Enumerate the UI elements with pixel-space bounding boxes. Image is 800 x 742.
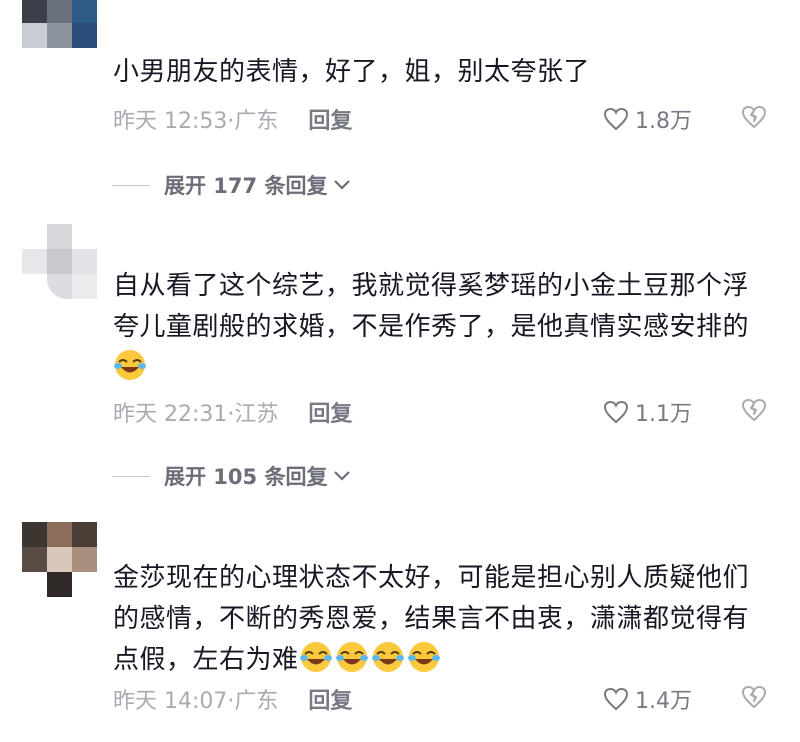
comment-text: 自从看了这个综艺，我就觉得奚梦瑶的小金土豆那个浮夸儿童剧般的求婚，不是作秀了，是…	[113, 266, 763, 389]
like-button[interactable]: 1.4万	[603, 683, 692, 715]
comment-text: 小男朋友的表情，好了，姐，别太夸张了	[113, 57, 591, 87]
expand-replies-button[interactable]: 展开 177 条回复	[112, 170, 351, 200]
avatar[interactable]	[22, 224, 100, 302]
like-button[interactable]: 1.8万	[603, 103, 692, 135]
expand-label: 展开 177 条回复	[164, 174, 328, 198]
chevron-down-icon	[334, 180, 351, 190]
divider	[112, 184, 150, 186]
chevron-down-icon	[334, 471, 351, 481]
dislike-button[interactable]	[740, 104, 768, 134]
dislike-button[interactable]	[740, 684, 768, 714]
divider	[112, 475, 150, 477]
avatar[interactable]	[22, 0, 100, 48]
broken-heart-icon	[742, 106, 766, 128]
comment-text-content: 自从看了这个综艺，我就觉得奚梦瑶的小金土豆那个浮夸儿童剧般的求婚，不是作秀了，是…	[113, 271, 750, 342]
laughing-crying-emoji	[299, 642, 332, 672]
laughing-crying-emoji	[114, 350, 146, 380]
avatar[interactable]	[22, 522, 100, 600]
laughing-crying-emoji	[407, 642, 440, 672]
reply-button[interactable]: 回复	[308, 402, 352, 427]
expand-label: 展开 105 条回复	[164, 465, 328, 489]
like-count: 1.4万	[635, 689, 692, 714]
comment-time: 昨天 14:07·广东	[113, 689, 279, 714]
broken-heart-icon	[742, 686, 766, 708]
dislike-button[interactable]	[740, 397, 768, 427]
like-count: 1.8万	[635, 109, 692, 134]
heart-outline-icon	[603, 107, 629, 131]
comment-time: 昨天 12:53·广东	[113, 109, 279, 134]
reply-button[interactable]: 回复	[308, 109, 352, 134]
laughing-crying-emoji	[335, 642, 368, 672]
broken-heart-icon	[742, 399, 766, 421]
heart-outline-icon	[603, 400, 629, 424]
like-button[interactable]: 1.1万	[603, 396, 692, 428]
expand-replies-button[interactable]: 展开 105 条回复	[112, 461, 351, 491]
like-count: 1.1万	[635, 402, 692, 427]
comment-meta: 昨天 12:53·广东 回复	[113, 103, 352, 135]
reply-button[interactable]: 回复	[308, 689, 352, 714]
comment-text: 金莎现在的心理状态不太好，可能是担心别人质疑他们的感情，不断的秀恩爱，结果言不由…	[113, 558, 763, 681]
comment-meta: 昨天 22:31·江苏 回复	[113, 396, 352, 428]
laughing-crying-emoji	[371, 642, 404, 672]
heart-outline-icon	[603, 687, 629, 711]
comment-meta: 昨天 14:07·广东 回复	[113, 683, 352, 715]
comment-time: 昨天 22:31·江苏	[113, 402, 279, 427]
